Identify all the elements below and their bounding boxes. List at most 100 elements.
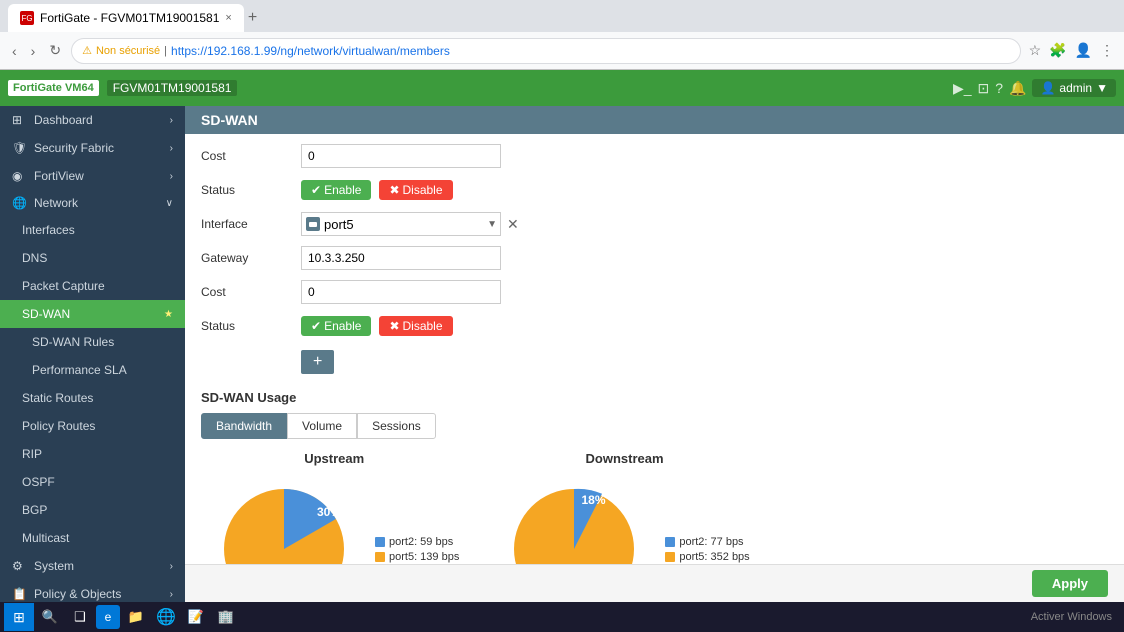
start-btn[interactable]: ⊞ bbox=[4, 603, 34, 631]
sidebar-label-static-routes: Static Routes bbox=[22, 391, 93, 405]
sidebar-item-network[interactable]: 🌐 Network ∨ bbox=[0, 190, 185, 216]
downstream-legend-item-1: port5: 352 bps bbox=[665, 551, 749, 563]
windows-taskbar: ⊞ 🔍 ❑ e 📁 🌐 📝 🏢 Activer Windows bbox=[0, 602, 1124, 632]
sidebar-item-dns[interactable]: DNS bbox=[0, 244, 185, 272]
usage-tabs: Bandwidth Volume Sessions bbox=[201, 413, 1108, 439]
upstream-legend: port2: 59 bps port5: 139 bps bbox=[375, 536, 459, 565]
sidebar-label-packet-capture: Packet Capture bbox=[22, 279, 105, 293]
sidebar-item-multicast[interactable]: Multicast bbox=[0, 524, 185, 552]
downstream-legend-label-1: port5: 352 bps bbox=[679, 551, 749, 563]
cost-input-1[interactable] bbox=[301, 144, 501, 168]
sidebar-label-dashboard: Dashboard bbox=[34, 113, 93, 127]
sdwan-star: ★ bbox=[164, 309, 173, 320]
back-btn[interactable]: ‹ bbox=[8, 41, 21, 61]
status-buttons-1: ✔ Enable ✖ Disable bbox=[301, 180, 453, 200]
downstream-title: Downstream bbox=[586, 451, 664, 466]
sidebar-item-fortiview[interactable]: ◉ FortiView › bbox=[0, 162, 185, 190]
status-row-1: Status ✔ Enable ✖ Disable bbox=[201, 176, 1108, 204]
profile-icon[interactable]: 👤 bbox=[1073, 40, 1094, 61]
downstream-legend-dot-1 bbox=[665, 552, 675, 562]
menu-icon[interactable]: ⋮ bbox=[1098, 40, 1116, 61]
sidebar-item-policy-routes[interactable]: Policy Routes bbox=[0, 412, 185, 440]
gateway-label: Gateway bbox=[201, 251, 301, 265]
sidebar-label-system: System bbox=[34, 559, 74, 573]
app-btn-1[interactable]: 📝 bbox=[182, 603, 210, 631]
sidebar-label-policy-routes: Policy Routes bbox=[22, 419, 95, 433]
sidebar-item-performance-sla[interactable]: Performance SLA bbox=[0, 356, 185, 384]
app-btn-2[interactable]: 🏢 bbox=[212, 603, 240, 631]
tab-close-btn[interactable]: × bbox=[225, 12, 231, 24]
new-tab-btn[interactable]: + bbox=[248, 9, 257, 27]
svg-text:30%: 30% bbox=[317, 505, 341, 519]
sidebar-item-policy-objects[interactable]: 📋 Policy & Objects › bbox=[0, 580, 185, 602]
sidebar-item-rip[interactable]: RIP bbox=[0, 440, 185, 468]
tab-volume[interactable]: Volume bbox=[287, 413, 357, 439]
interface-select[interactable]: port5 ▼ bbox=[301, 212, 501, 236]
tab-sessions[interactable]: Sessions bbox=[357, 413, 436, 439]
sidebar-item-sdwan-rules[interactable]: SD-WAN Rules bbox=[0, 328, 185, 356]
fortiview-arrow: › bbox=[170, 171, 173, 182]
sidebar-item-security-fabric[interactable]: 🛡 Security Fabric › bbox=[0, 134, 185, 162]
sidebar-item-packet-capture[interactable]: Packet Capture bbox=[0, 272, 185, 300]
refresh-btn[interactable]: ↻ bbox=[45, 40, 65, 61]
tab-title: FortiGate - FGVM01TM19001581 bbox=[40, 11, 219, 25]
downstream-legend-label-0: port2: 77 bps bbox=[679, 536, 743, 548]
apply-btn[interactable]: Apply bbox=[1032, 570, 1108, 597]
help-icon[interactable]: ? bbox=[995, 80, 1003, 96]
alerts-icon[interactable]: 🔔 bbox=[1009, 80, 1026, 97]
upstream-legend-item-1: port5: 139 bps bbox=[375, 551, 459, 563]
tab-favicon: FG bbox=[20, 11, 34, 25]
interface-select-inner: port5 bbox=[302, 217, 484, 232]
gateway-input[interactable] bbox=[301, 246, 501, 270]
enable-btn-2[interactable]: ✔ Enable bbox=[301, 316, 371, 336]
status-label-2: Status bbox=[201, 319, 301, 333]
usage-section: SD-WAN Usage Bandwidth Volume Sessions U… bbox=[185, 382, 1124, 564]
gateway-row: Gateway bbox=[201, 244, 1108, 272]
add-member-btn[interactable]: + bbox=[301, 350, 334, 374]
disable-btn-1[interactable]: ✖ Disable bbox=[379, 180, 452, 200]
search-btn[interactable]: 🔍 bbox=[36, 603, 64, 631]
task-view-btn[interactable]: ❑ bbox=[66, 603, 94, 631]
system-arrow: › bbox=[170, 561, 173, 572]
enable-btn-1[interactable]: ✔ Enable bbox=[301, 180, 371, 200]
sidebar-item-system[interactable]: ⚙ System › bbox=[0, 552, 185, 580]
forward-btn[interactable]: › bbox=[27, 41, 40, 61]
url-text: https://192.168.1.99/ng/network/virtualw… bbox=[171, 44, 450, 58]
tab-bandwidth[interactable]: Bandwidth bbox=[201, 413, 287, 439]
expand-icon[interactable]: ⊡ bbox=[978, 80, 990, 97]
dashboard-icon: ⊞ bbox=[12, 113, 28, 127]
status-row-2: Status ✔ Enable ✖ Disable bbox=[201, 312, 1108, 340]
sidebar-label-ospf: OSPF bbox=[22, 475, 55, 489]
sidebar-item-ospf[interactable]: OSPF bbox=[0, 468, 185, 496]
user-menu[interactable]: 👤 admin ▼ bbox=[1032, 79, 1116, 97]
upstream-legend-label-0: port2: 59 bps bbox=[389, 536, 453, 548]
fortigate-header: FortiGate VM64 FGVM01TM19001581 ▶_ ⊡ ? 🔔… bbox=[0, 70, 1124, 106]
sidebar-item-bgp[interactable]: BGP bbox=[0, 496, 185, 524]
sidebar-label-policy-objects: Policy & Objects bbox=[34, 587, 121, 601]
sidebar-item-static-routes[interactable]: Static Routes bbox=[0, 384, 185, 412]
sidebar-label-rip: RIP bbox=[22, 447, 42, 461]
sidebar-item-dashboard[interactable]: ⊞ Dashboard › bbox=[0, 106, 185, 134]
upstream-title: Upstream bbox=[304, 451, 364, 466]
form-section: Cost Status ✔ Enable ✖ Disable bbox=[185, 134, 1124, 382]
terminal-icon[interactable]: ▶_ bbox=[953, 80, 972, 97]
policy-icon: 📋 bbox=[12, 587, 28, 601]
browser-tab[interactable]: FG FortiGate - FGVM01TM19001581 × bbox=[8, 4, 244, 32]
sidebar-item-interfaces[interactable]: Interfaces bbox=[0, 216, 185, 244]
interface-remove-btn[interactable]: ✕ bbox=[505, 214, 521, 235]
sidebar-item-sdwan[interactable]: SD-WAN ★ bbox=[0, 300, 185, 328]
network-icon: 🌐 bbox=[12, 196, 28, 210]
bookmark-icon[interactable]: ☆ bbox=[1027, 40, 1044, 61]
content-area: SD-WAN Cost Status ✔ Enable bbox=[185, 106, 1124, 564]
upstream-legend-label-1: port5: 139 bps bbox=[389, 551, 459, 563]
edge-btn[interactable]: e bbox=[96, 605, 120, 629]
disable-btn-2[interactable]: ✖ Disable bbox=[379, 316, 452, 336]
browser2-btn[interactable]: 🌐 bbox=[152, 603, 180, 631]
username: admin bbox=[1059, 81, 1092, 95]
extensions-icon[interactable]: 🧩 bbox=[1047, 40, 1068, 61]
address-bar-input[interactable]: ⚠ Non sécurisé | https://192.168.1.99/ng… bbox=[71, 38, 1020, 64]
cost-input-2[interactable] bbox=[301, 280, 501, 304]
upstream-pie-chart: 30% 70% bbox=[209, 474, 359, 564]
sidebar-label-sdwan-rules: SD-WAN Rules bbox=[32, 335, 114, 349]
file-explorer-btn[interactable]: 📁 bbox=[122, 603, 150, 631]
